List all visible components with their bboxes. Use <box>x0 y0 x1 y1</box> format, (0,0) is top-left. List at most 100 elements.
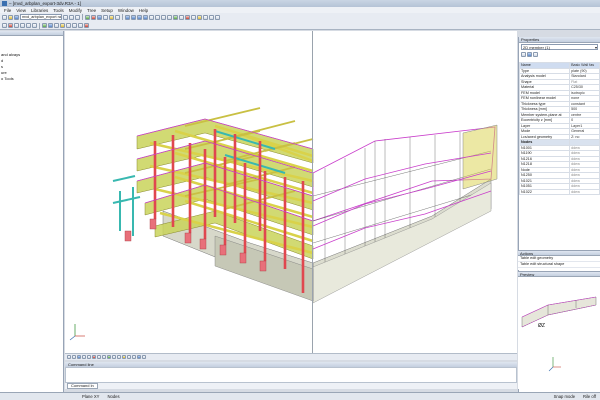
dimension-button[interactable] <box>66 23 71 29</box>
chevron-down-icon: ▾ <box>594 45 597 50</box>
menu-view[interactable]: View <box>16 8 26 13</box>
undo-button[interactable] <box>69 14 74 20</box>
view-top-button[interactable] <box>137 14 142 20</box>
model-viewport[interactable] <box>65 31 517 353</box>
zoom-in-button[interactable] <box>149 14 154 20</box>
view-tool-button[interactable] <box>92 355 96 359</box>
toolbar-row-1: mvd_arbplan_export rab... <box>0 13 600 22</box>
view-tool-button[interactable] <box>77 355 81 359</box>
copy-button[interactable] <box>14 23 19 29</box>
properties-toolbar <box>519 51 600 59</box>
view-tool-button[interactable] <box>72 355 76 359</box>
show-button[interactable] <box>191 14 196 20</box>
toolbar-separator <box>122 14 123 21</box>
view-side-button[interactable] <box>131 14 136 20</box>
mirror-button[interactable] <box>32 23 37 29</box>
property-value[interactable]: ddew <box>569 188 600 195</box>
document-button[interactable] <box>115 14 120 20</box>
toolbar-separator <box>82 14 83 21</box>
menu-help[interactable]: Help <box>139 8 148 13</box>
view-tool-button[interactable] <box>82 355 86 359</box>
toolbar-separator <box>39 22 40 29</box>
view-tool-button[interactable] <box>127 355 131 359</box>
action-table-edit-shape[interactable]: Table edit structural shape <box>518 262 600 268</box>
selection-dropdown[interactable]: 2D member (1) ▾ <box>521 44 598 50</box>
open-file-button[interactable] <box>8 14 13 20</box>
table-button[interactable] <box>78 23 83 29</box>
status-snap-mode[interactable]: Snap mode <box>550 394 579 399</box>
check-button[interactable] <box>84 23 89 29</box>
menu-tree[interactable]: Tree <box>87 8 96 13</box>
snap-button[interactable] <box>209 14 214 20</box>
layer-button[interactable] <box>42 23 47 29</box>
label-button[interactable] <box>60 23 65 29</box>
menu-modify[interactable]: Modify <box>69 8 82 13</box>
light-button[interactable] <box>197 14 202 20</box>
view-tool-button[interactable] <box>142 355 146 359</box>
view-tool-button[interactable] <box>102 355 106 359</box>
measure-button[interactable] <box>215 14 220 20</box>
view-tool-button[interactable] <box>97 355 101 359</box>
sort-icon[interactable] <box>533 52 538 57</box>
view-tool-button[interactable] <box>117 355 121 359</box>
menu-tools[interactable]: Tools <box>53 8 64 13</box>
pan-button[interactable] <box>167 14 172 20</box>
view-tool-button[interactable] <box>107 355 111 359</box>
grid-button[interactable] <box>203 14 208 20</box>
selection-value: 2D member (1) <box>523 45 550 50</box>
preview-panel: Preview ØZ <box>518 271 600 389</box>
redo-button[interactable] <box>75 14 80 20</box>
rotate-button[interactable] <box>26 23 31 29</box>
menu-window[interactable]: Window <box>118 8 134 13</box>
select-button[interactable] <box>2 23 7 29</box>
title-bar: – [mvd_arbplan_export-3dv.R3A - 1] <box>0 0 600 7</box>
menu-setup[interactable]: Setup <box>101 8 113 13</box>
delete-button[interactable] <box>8 23 13 29</box>
filter-icon[interactable] <box>521 52 526 57</box>
status-grid[interactable]: Rile off <box>579 394 600 399</box>
right-wing-floor-slab <box>312 182 492 304</box>
calculate-button[interactable] <box>97 14 102 20</box>
property-name: N1022 <box>518 188 571 195</box>
view-front-button[interactable] <box>125 14 130 20</box>
command-line-area[interactable] <box>65 367 517 383</box>
properties-header: Properties <box>519 37 600 43</box>
hide-button[interactable] <box>185 14 190 20</box>
loads-button[interactable] <box>91 14 96 20</box>
project-combo[interactable]: mvd_arbplan_export rab... <box>20 14 62 21</box>
menu-file[interactable]: File <box>4 8 11 13</box>
view-tool-button[interactable] <box>132 355 136 359</box>
view-tool-button[interactable] <box>122 355 126 359</box>
view-tool-button[interactable] <box>112 355 116 359</box>
zoom-out-button[interactable] <box>155 14 160 20</box>
select-icon[interactable] <box>527 52 532 57</box>
project-tree-panel: and alvays d s ure o Tools <box>0 31 64 392</box>
wireframe-button[interactable] <box>179 14 184 20</box>
property-row[interactable]: N1022 ddew <box>518 188 600 195</box>
view-3d-button[interactable] <box>143 14 148 20</box>
properties-button[interactable] <box>54 23 59 29</box>
menu-libraries[interactable]: Libraries <box>31 8 48 13</box>
zoom-all-button[interactable] <box>161 14 166 20</box>
status-plane[interactable]: Plane XY <box>78 394 103 399</box>
tree-item[interactable]: o Tools <box>0 76 63 82</box>
structure-3d-model <box>69 107 498 341</box>
filter-button[interactable] <box>48 23 53 29</box>
view-tool-button[interactable] <box>137 355 141 359</box>
move-button[interactable] <box>20 23 25 29</box>
properties-table: Name Basic Wall fas Type plate (90) Analysis… <box>518 62 600 195</box>
main-toolbar: mvd_arbplan_export rab... <box>0 13 600 30</box>
view-tool-button[interactable] <box>87 355 91 359</box>
structure-button[interactable] <box>85 14 90 20</box>
render-button[interactable] <box>173 14 178 20</box>
command-tab[interactable]: Command ln <box>67 383 98 389</box>
view-tool-button[interactable] <box>67 355 71 359</box>
section-button[interactable] <box>72 23 77 29</box>
window-title: – [mvd_arbplan_export-3dv.R3A - 1] <box>9 1 81 6</box>
app-icon <box>2 1 7 6</box>
save-button[interactable] <box>14 14 19 20</box>
design-button[interactable] <box>109 14 114 20</box>
new-file-button[interactable] <box>2 14 7 20</box>
print-button[interactable] <box>63 14 68 20</box>
results-button[interactable] <box>103 14 108 20</box>
